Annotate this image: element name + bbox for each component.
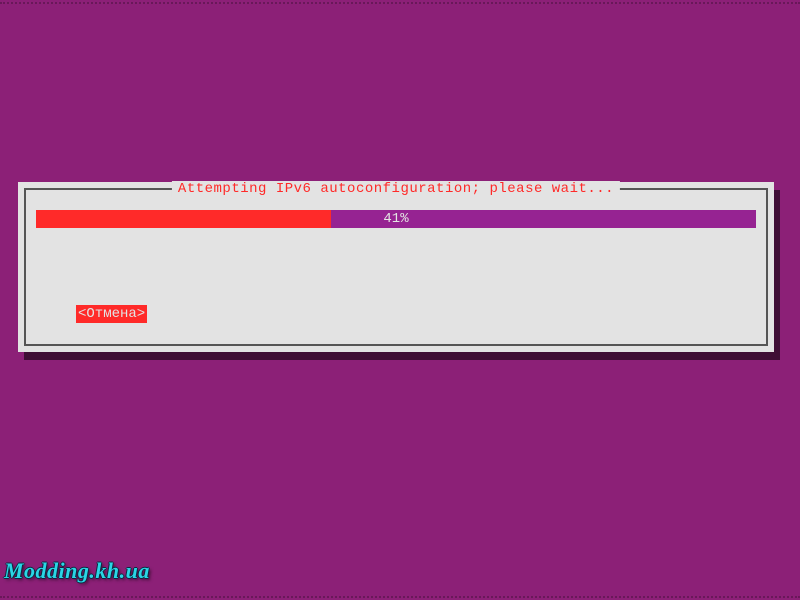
cancel-button[interactable]: <Отмена> xyxy=(76,305,147,323)
progress-dialog: Attempting IPv6 autoconfiguration; pleas… xyxy=(18,182,774,352)
watermark-text: Modding.kh.ua xyxy=(4,558,150,584)
progress-bar: 41% xyxy=(36,210,756,228)
installer-screen: Attempting IPv6 autoconfiguration; pleas… xyxy=(0,0,800,600)
bottom-divider xyxy=(0,594,800,598)
dialog-frame: Attempting IPv6 autoconfiguration; pleas… xyxy=(24,188,768,346)
dialog-title: Attempting IPv6 autoconfiguration; pleas… xyxy=(172,181,620,197)
progress-percent-label: 41% xyxy=(36,210,756,228)
top-divider xyxy=(0,2,800,6)
progress-track: 41% xyxy=(36,210,756,228)
